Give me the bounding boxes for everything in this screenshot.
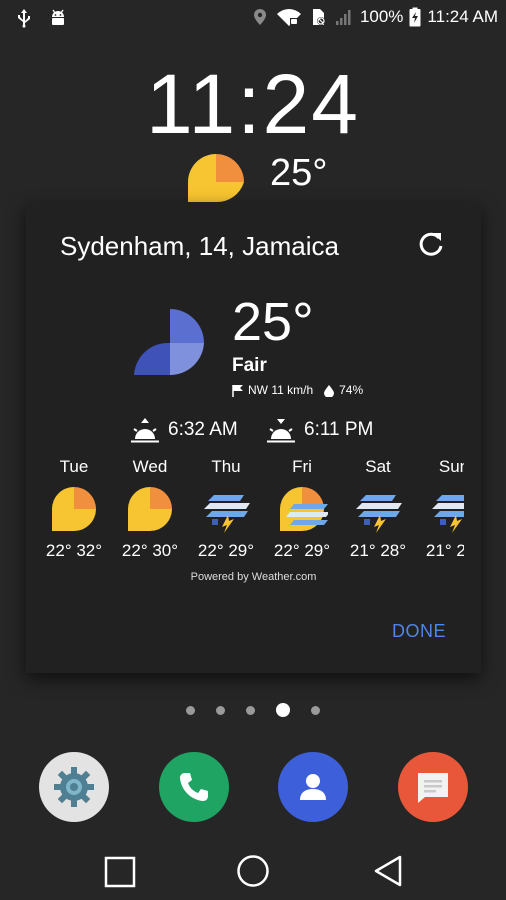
phone-app[interactable] <box>159 752 229 822</box>
home-button[interactable] <box>236 854 270 888</box>
person-icon <box>300 774 326 800</box>
partly-sunny-icon <box>128 487 172 531</box>
thunderstorm-icon <box>204 495 250 533</box>
sunset-time: 6:11 PM <box>304 419 374 440</box>
forecast-range: 22° 30° <box>121 541 179 560</box>
sunset: 6:11 PM <box>266 417 373 443</box>
forecast-day: Tue 22° 32° <box>40 457 112 561</box>
forecast-range: 22° 32° <box>45 541 103 560</box>
forecast-range: 22° 29° <box>197 541 255 560</box>
weather-dialog: Sydenham, 14, Jamaica 25° Fair NW 11 km/… <box>26 203 481 673</box>
contacts-app[interactable] <box>278 752 348 822</box>
forecast-range: 22° 29° <box>273 541 331 560</box>
powered-by-label: Powered by Weather.com <box>190 571 317 583</box>
wifi-icon <box>276 9 301 26</box>
usb-icon <box>18 9 30 28</box>
done-button[interactable]: DONE <box>392 621 446 642</box>
back-button[interactable] <box>372 854 404 888</box>
navigation-bar <box>0 848 506 894</box>
app-dock <box>0 752 506 826</box>
fair-weather-icon <box>134 309 204 376</box>
page-dot[interactable] <box>216 705 225 715</box>
current-condition: Fair <box>232 355 267 376</box>
forecast-range: 21° 28° <box>425 541 464 560</box>
sunset-icon <box>267 419 295 443</box>
page-dot[interactable] <box>311 705 320 715</box>
phone-icon <box>180 773 208 801</box>
no-sim-icon <box>312 9 325 25</box>
partly-sunny-icon <box>52 487 96 531</box>
forecast-range: 21° 28° <box>349 541 407 560</box>
forecast-day: Fri 22° 29° <box>264 457 340 561</box>
forecast-day: Sat 21° 28° <box>340 457 416 561</box>
forecast-day-name: Thu <box>211 457 241 476</box>
wind-value: NW 11 km/h <box>248 383 314 397</box>
forecast-day-name: Sat <box>365 457 391 476</box>
clock-widget-temp: 25° <box>270 152 328 194</box>
settings-app[interactable] <box>39 752 109 822</box>
page-dot-active[interactable] <box>276 703 290 717</box>
wind-flag-icon <box>232 384 243 397</box>
partly-sunny-icon <box>188 154 244 203</box>
page-dot[interactable] <box>246 705 255 715</box>
message-icon <box>418 773 448 803</box>
location-icon <box>253 9 266 25</box>
humidity-value: 74% <box>339 383 364 397</box>
page-dot[interactable] <box>186 705 195 715</box>
sunrise: 6:32 AM <box>130 417 238 443</box>
clock-widget-time[interactable]: 11:24 <box>0 56 506 153</box>
signal-icon <box>335 10 351 25</box>
gear-icon <box>54 767 94 807</box>
messages-app[interactable] <box>398 752 468 822</box>
forecast-day: Thu 22° 29° <box>188 457 264 561</box>
forecast-day: Wed 22° 30° <box>112 457 188 561</box>
sun-fog-icon <box>280 487 328 531</box>
location-title: Sydenham, 14, Jamaica <box>60 231 339 261</box>
current-details: NW 11 km/h 74% <box>232 383 363 397</box>
forecast-day-name: Sun <box>438 457 464 476</box>
recents-button[interactable] <box>104 856 136 888</box>
refresh-icon[interactable] <box>416 229 446 259</box>
battery-icon <box>409 7 421 27</box>
forecast-day-name: Wed <box>132 457 168 476</box>
forecast-day-name: Tue <box>59 457 89 476</box>
humidity-drop-icon <box>324 384 335 397</box>
sunrise-icon <box>131 418 159 443</box>
forecast-day-name: Fri <box>292 457 312 476</box>
forecast-day: Sun 21° 28° <box>416 457 464 561</box>
current-temp: 25° <box>232 292 314 352</box>
page-indicator <box>0 703 506 717</box>
status-time: 11:24 AM <box>427 7 498 26</box>
status-bar: 100% 11:24 AM <box>0 0 506 36</box>
android-icon <box>52 9 64 25</box>
forecast-strip[interactable]: Tue 22° 32° Wed 22° 30° Thu 22° 29° Fri … <box>40 457 464 567</box>
thunderstorm-icon <box>432 495 464 533</box>
battery-percent: 100% <box>359 7 404 26</box>
sunrise-time: 6:32 AM <box>168 419 238 440</box>
thunderstorm-icon <box>356 495 402 533</box>
